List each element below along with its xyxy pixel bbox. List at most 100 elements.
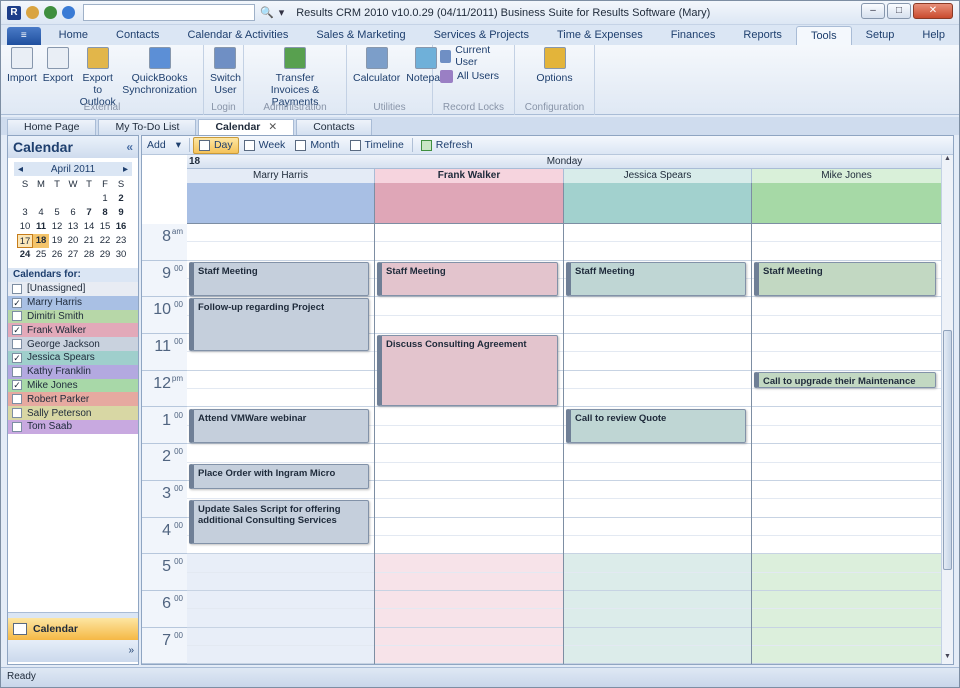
nav-calendar-button[interactable]: Calendar	[8, 618, 138, 640]
calendar-item-dimitri-smith[interactable]: Dimitri Smith	[8, 309, 138, 324]
time-slot[interactable]	[752, 646, 941, 664]
calendar-checkbox[interactable]: ✓	[12, 380, 22, 391]
all-day-cell[interactable]	[375, 183, 564, 224]
time-slot[interactable]	[187, 572, 374, 591]
time-slot[interactable]	[564, 480, 751, 500]
tab-setup[interactable]: Setup	[852, 26, 909, 45]
time-slot[interactable]	[375, 517, 563, 536]
all-day-cell[interactable]	[752, 183, 942, 224]
time-slot[interactable]	[752, 609, 941, 628]
mini-calendar-day[interactable]: 20	[65, 234, 81, 248]
mini-calendar-day[interactable]: 5	[49, 206, 65, 220]
time-slot[interactable]	[564, 554, 751, 573]
resource-header-frank-walker[interactable]: Frank Walker	[375, 169, 564, 183]
tab-services-projects[interactable]: Services & Projects	[420, 26, 543, 45]
mini-calendar-day[interactable]: 22	[97, 234, 113, 248]
calendar-checkbox[interactable]	[12, 366, 22, 377]
mini-calendar-day[interactable]: 24	[17, 248, 33, 262]
mini-calendar-day[interactable]: 25	[33, 248, 49, 262]
current-user-button[interactable]: Current User	[440, 44, 507, 68]
appointment[interactable]: Discuss Consulting Agreement	[377, 335, 558, 407]
time-slot[interactable]	[564, 389, 751, 408]
save-icon[interactable]	[26, 6, 39, 19]
scroll-thumb[interactable]	[943, 330, 952, 570]
time-slot[interactable]	[375, 444, 563, 463]
calendar-item-frank-walker[interactable]: ✓ Frank Walker	[8, 323, 138, 338]
mini-calendar-day[interactable]: 12	[49, 220, 65, 234]
mini-calendar-day[interactable]: 3	[17, 206, 33, 220]
resource-header-jessica-spears[interactable]: Jessica Spears	[564, 169, 752, 183]
time-slot[interactable]	[752, 407, 941, 426]
nav-more-button[interactable]: »	[8, 640, 138, 662]
time-slot[interactable]	[375, 554, 563, 573]
time-slot[interactable]	[564, 352, 751, 371]
time-slot[interactable]	[187, 444, 374, 463]
all-users-button[interactable]: All Users	[440, 67, 507, 85]
calendar-item-unassigned[interactable]: [Unassigned]	[8, 282, 138, 296]
time-slot[interactable]	[375, 627, 563, 647]
time-slot[interactable]	[752, 627, 941, 647]
time-slot[interactable]	[752, 462, 941, 481]
doc-tab-contacts[interactable]: Contacts	[296, 119, 372, 135]
calendar-item-robert-parker[interactable]: Robert Parker	[8, 392, 138, 407]
mini-calendar-day[interactable]: 18	[33, 234, 49, 248]
time-slot[interactable]	[564, 315, 751, 335]
close-button[interactable]: ✕	[913, 3, 953, 19]
doc-tab-my-to-do-list[interactable]: My To-Do List	[98, 119, 197, 135]
doc-tab-home-page[interactable]: Home Page	[7, 119, 97, 135]
next-month-button[interactable]: ▸	[123, 164, 128, 175]
tab-finances[interactable]: Finances	[657, 26, 730, 45]
globe-icon[interactable]	[62, 6, 75, 19]
scroll-down-icon[interactable]: ▼	[942, 653, 953, 664]
appointment[interactable]: Attend VMWare webinar	[189, 408, 369, 444]
time-slot[interactable]	[752, 315, 941, 335]
mini-calendar-day[interactable]: 13	[65, 220, 81, 234]
time-slot[interactable]	[375, 591, 563, 610]
time-slot[interactable]	[564, 297, 751, 316]
time-slot[interactable]	[564, 334, 751, 353]
time-slot[interactable]	[752, 591, 941, 610]
view-week-button[interactable]: Week	[239, 137, 291, 154]
time-slot[interactable]	[187, 242, 374, 261]
add-button[interactable]: Add ▾	[142, 137, 186, 154]
calendar-item-mike-jones[interactable]: ✓ Mike Jones	[8, 378, 138, 393]
quick-access-dropdown[interactable]: ▾	[279, 6, 285, 19]
time-slot[interactable]	[187, 646, 374, 664]
time-slot[interactable]	[752, 297, 941, 316]
time-slot[interactable]	[187, 627, 374, 647]
collapse-sidebar-icon[interactable]: «	[126, 136, 133, 158]
time-slot[interactable]	[375, 499, 563, 518]
mini-calendar-day[interactable]: 16	[113, 220, 129, 234]
mini-calendar-day[interactable]: 17	[17, 234, 33, 248]
time-slot[interactable]	[187, 352, 374, 371]
view-day-button[interactable]: Day	[192, 136, 239, 154]
mini-calendar-day[interactable]: 10	[17, 220, 33, 234]
refresh-button[interactable]: Refresh	[416, 137, 478, 154]
tab-tools[interactable]: Tools	[795, 26, 852, 45]
quick-search-input[interactable]	[83, 4, 255, 21]
time-slot[interactable]	[752, 242, 941, 261]
mini-calendar-day[interactable]: 19	[49, 234, 65, 248]
calendar-checkbox[interactable]	[12, 283, 22, 294]
calendar-item-george-jackson[interactable]: George Jackson	[8, 337, 138, 351]
time-slot[interactable]	[564, 370, 751, 390]
tab-home[interactable]: Home	[45, 26, 102, 45]
time-slot[interactable]	[752, 554, 941, 573]
time-slot[interactable]	[752, 389, 941, 408]
search-icon[interactable]: 🔍	[260, 6, 274, 19]
time-slot[interactable]	[375, 609, 563, 628]
calendar-checkbox[interactable]: ✓	[12, 352, 22, 363]
tab-help[interactable]: Help	[908, 26, 959, 45]
vertical-scrollbar[interactable]: ▲ ▼	[941, 155, 953, 664]
calendar-item-marry-harris[interactable]: ✓ Marry Harris	[8, 295, 138, 310]
all-day-cell[interactable]	[187, 183, 375, 224]
tab-sales-marketing[interactable]: Sales & Marketing	[302, 26, 419, 45]
mini-calendar-day[interactable]: 27	[65, 248, 81, 262]
calendar-item-sally-peterson[interactable]: Sally Peterson	[8, 406, 138, 420]
calendar-checkbox[interactable]	[12, 339, 22, 350]
view-month-button[interactable]: Month	[290, 137, 344, 154]
tab-contacts[interactable]: Contacts	[102, 26, 173, 45]
all-day-cell[interactable]	[564, 183, 752, 224]
appointment[interactable]: Staff Meeting	[754, 261, 936, 297]
time-slot[interactable]	[752, 517, 941, 536]
